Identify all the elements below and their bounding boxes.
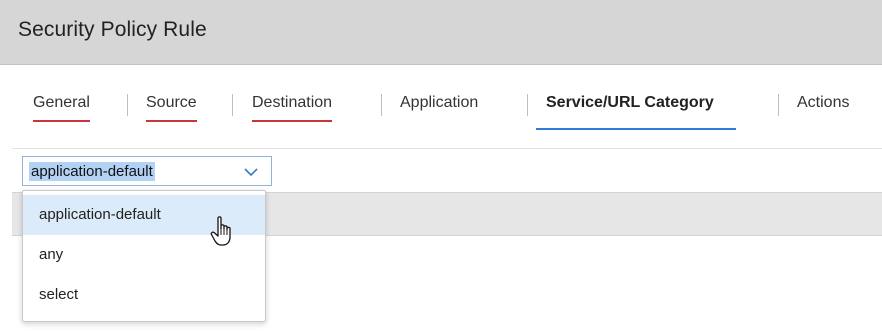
dialog-title: Security Policy Rule [18, 18, 207, 41]
tab-active-indicator [536, 128, 736, 130]
tab-separator [381, 94, 382, 116]
tab-separator [527, 94, 528, 116]
tab-service-url-category-label: Service/URL Category [546, 94, 714, 111]
tab-destination[interactable]: Destination [252, 94, 333, 122]
tab-source-error-underline [146, 120, 197, 122]
tab-application-label: Application [400, 94, 479, 111]
hand-pointer-icon [210, 216, 231, 246]
tab-actions-label: Actions [797, 94, 850, 111]
service-dropdown-menu: application-default any select [22, 190, 266, 322]
tab-bar: General Source Destination Application S… [0, 94, 882, 134]
tab-general[interactable]: General [33, 94, 90, 122]
tab-service-url-category[interactable]: Service/URL Category [536, 94, 736, 130]
content-divider [12, 148, 882, 149]
tab-destination-label: Destination [252, 94, 333, 111]
service-select[interactable]: application-default [22, 156, 272, 186]
tab-general-label: General [33, 94, 90, 111]
tab-source-label: Source [146, 94, 197, 111]
tab-general-error-underline [33, 120, 90, 122]
dialog-header: Security Policy Rule [0, 0, 882, 65]
tab-separator [232, 94, 233, 116]
tab-separator [778, 94, 779, 116]
tab-source[interactable]: Source [146, 94, 197, 122]
service-select-value: application-default [29, 162, 155, 181]
chevron-down-icon[interactable] [241, 164, 261, 180]
tab-separator [127, 94, 128, 116]
tab-destination-error-underline [252, 120, 333, 122]
option-select[interactable]: select [23, 275, 265, 315]
tab-actions[interactable]: Actions [797, 94, 849, 112]
tab-application[interactable]: Application [400, 94, 478, 112]
